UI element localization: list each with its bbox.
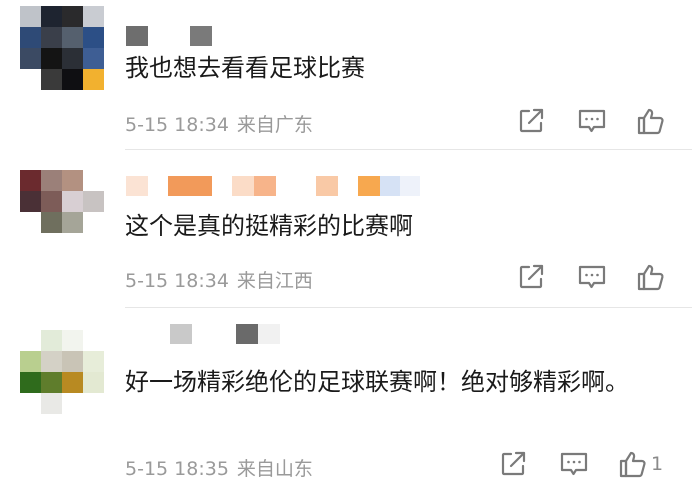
comment-date: 5-15 18:34 (125, 270, 229, 292)
comment-text: 这个是真的挺精彩的比赛啊 (125, 212, 413, 240)
comment-icon (560, 452, 588, 476)
share-icon (519, 264, 544, 289)
comment-meta: 5-15 18:35 来自山东 (125, 454, 313, 481)
comment-date: 5-15 18:35 (125, 458, 229, 480)
comment-location: 来自山东 (236, 458, 313, 480)
share-button[interactable] (517, 106, 545, 136)
comment-location: 来自广东 (236, 114, 313, 136)
comment-text: 好一场精彩绝伦的足球联赛啊！绝对够精彩啊。 (125, 368, 629, 396)
comment-meta: 5-15 18:34 来自广东 (125, 110, 313, 137)
thumbs-up-icon (619, 451, 646, 478)
comment-meta: 5-15 18:34 来自江西 (125, 266, 313, 293)
username[interactable] (126, 324, 280, 344)
like-button[interactable]: 1 (618, 449, 663, 479)
comment-item: 我也想去看看足球比赛 5-15 18:34 来自广东 (0, 0, 692, 150)
comment-button[interactable] (559, 449, 589, 479)
like-count: 1 (651, 453, 664, 475)
share-icon (501, 451, 526, 476)
comment-text: 我也想去看看足球比赛 (125, 54, 365, 82)
comment-actions (500, 262, 690, 292)
comment-location: 来自江西 (236, 270, 313, 292)
comment-item: 这个是真的挺精彩的比赛啊 5-15 18:34 来自江西 (0, 150, 692, 308)
avatar[interactable] (20, 6, 104, 90)
share-icon (519, 108, 544, 133)
comment-item: 好一场精彩绝伦的足球联赛啊！绝对够精彩啊。 5-15 18:35 来自山东 1 (0, 308, 692, 495)
comment-icon (578, 265, 606, 289)
username[interactable] (126, 26, 212, 46)
comment-icon (578, 109, 606, 133)
like-button[interactable] (636, 262, 669, 292)
comment-date: 5-15 18:34 (125, 114, 229, 136)
avatar[interactable] (20, 170, 104, 254)
comment-list: 我也想去看看足球比赛 5-15 18:34 来自广东 这个是真的挺精彩的比赛啊 … (0, 0, 692, 495)
share-button[interactable] (499, 449, 527, 479)
thumbs-up-icon (637, 264, 664, 291)
comment-actions: 1 (500, 449, 690, 479)
comment-button[interactable] (577, 106, 607, 136)
share-button[interactable] (517, 262, 545, 292)
username[interactable] (126, 176, 420, 196)
avatar[interactable] (20, 330, 104, 414)
comment-actions (500, 106, 690, 136)
thumbs-up-icon (637, 108, 664, 135)
comment-button[interactable] (577, 262, 607, 292)
like-button[interactable] (636, 106, 669, 136)
